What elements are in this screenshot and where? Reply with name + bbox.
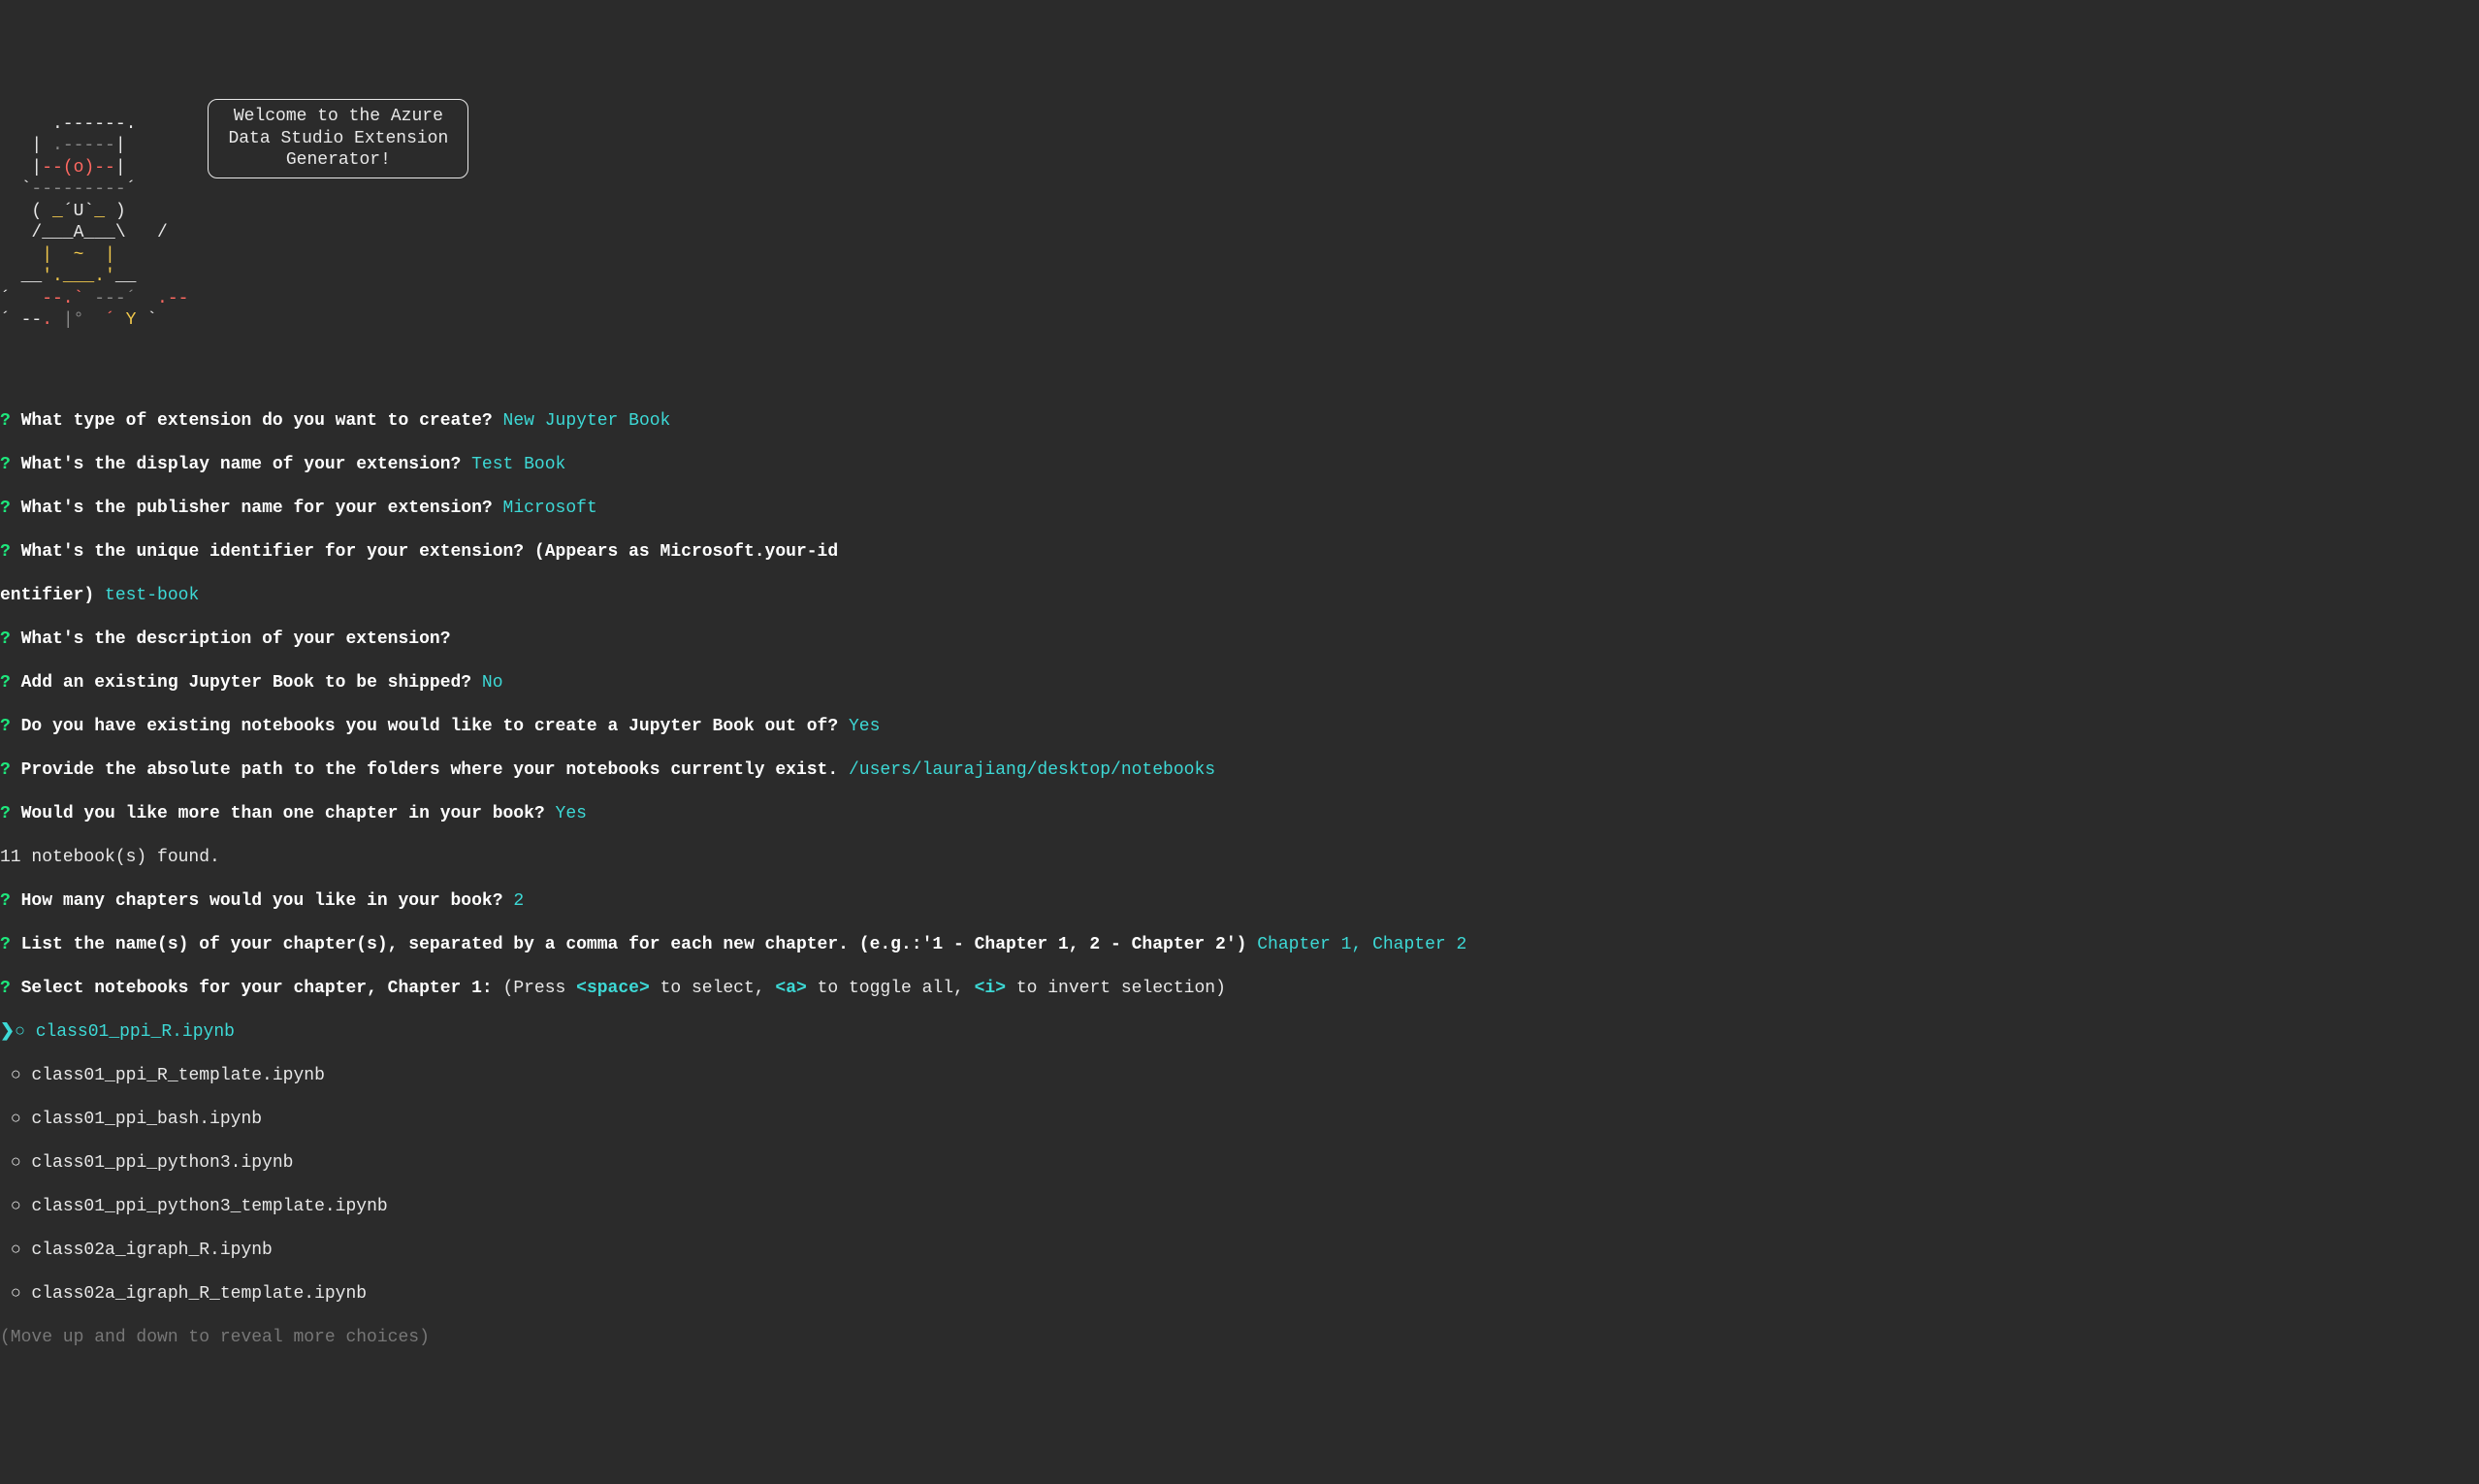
prompt-line: ? What's the description of your extensi… <box>0 629 2479 651</box>
option-label: class02a_igraph_R_template.ipynb <box>31 1284 367 1304</box>
question-mark-icon: ? <box>0 935 11 954</box>
question-mark-icon: ? <box>0 891 11 911</box>
question-mark-icon: ? <box>0 673 11 693</box>
welcome-line-3: Generator! <box>286 150 391 170</box>
option-label: class01_ppi_R.ipynb <box>36 1022 235 1042</box>
pointer-icon: ❯ <box>0 1022 15 1042</box>
option-item[interactable]: ○ class02a_igraph_R.ipynb <box>0 1240 2479 1262</box>
notebooks-found: 11 notebook(s) found. <box>0 847 2479 869</box>
keyboard-key: <space> <box>576 979 650 998</box>
option-label: class01_ppi_python3_template.ipynb <box>31 1197 387 1216</box>
instruction-text: to select, <box>650 979 776 998</box>
question-mark-icon: ? <box>0 629 11 649</box>
header-row: .------. | .-----| |--(o)--| `---------´… <box>0 91 2479 332</box>
prompt-answer: Chapter 1, Chapter 2 <box>1257 935 1466 954</box>
question-mark-icon: ? <box>0 760 11 780</box>
prompt-question: List the name(s) of your chapter(s), sep… <box>21 935 1247 954</box>
option-label: class01_ppi_R_template.ipynb <box>31 1066 324 1085</box>
question-mark-icon: ? <box>0 499 11 518</box>
prompt-line-continuation: entifier) test-book <box>0 585 2479 607</box>
prompt-answer: New Jupyter Book <box>503 411 671 431</box>
prompt-line: ? Add an existing Jupyter Book to be shi… <box>0 672 2479 694</box>
prompt-question: Provide the absolute path to the folders… <box>21 760 839 780</box>
prompt-question-cont: entifier) <box>0 586 94 605</box>
prompt-question: What type of extension do you want to cr… <box>21 411 493 431</box>
prompt-answer: Yes <box>556 804 587 823</box>
option-item-current[interactable]: ❯○ class01_ppi_R.ipynb <box>0 1021 2479 1044</box>
option-label: class01_ppi_bash.ipynb <box>31 1110 262 1129</box>
prompt-line: ? What's the display name of your extens… <box>0 454 2479 476</box>
prompt-question: Select notebooks for your chapter, Chapt… <box>21 979 493 998</box>
prompts-block: ? What type of extension do you want to … <box>0 389 2479 1371</box>
more-choices-hint: (Move up and down to reveal more choices… <box>0 1327 2479 1349</box>
welcome-box: Welcome to the Azure Data Studio Extensi… <box>208 99 468 178</box>
option-item[interactable]: ○ class01_ppi_python3_template.ipynb <box>0 1196 2479 1218</box>
keyboard-key: <i> <box>975 979 1006 998</box>
prompt-answer: Yes <box>849 717 880 736</box>
question-mark-icon: ? <box>0 411 11 431</box>
prompt-line: ? What's the publisher name for your ext… <box>0 498 2479 520</box>
radio-icon: ○ <box>11 1066 32 1085</box>
question-mark-icon: ? <box>0 804 11 823</box>
prompt-question: What's the publisher name for your exten… <box>21 499 493 518</box>
prompt-line: ? List the name(s) of your chapter(s), s… <box>0 934 2479 956</box>
option-label: class02a_igraph_R.ipynb <box>31 1241 272 1260</box>
prompt-question: What's the display name of your extensio… <box>21 455 462 474</box>
prompt-answer: No <box>482 673 503 693</box>
prompt-line: ? How many chapters would you like in yo… <box>0 890 2479 913</box>
question-mark-icon: ? <box>0 455 11 474</box>
prompt-line: ? Would you like more than one chapter i… <box>0 803 2479 825</box>
option-item[interactable]: ○ class01_ppi_python3.ipynb <box>0 1152 2479 1175</box>
radio-icon: ○ <box>15 1022 36 1042</box>
ascii-art-logo: .------. | .-----| |--(o)--| `---------´… <box>0 91 188 332</box>
question-mark-icon: ? <box>0 717 11 736</box>
prompt-line: ? What's the unique identifier for your … <box>0 541 2479 564</box>
instruction-text: to invert selection) <box>1006 979 1226 998</box>
instruction-text: (Press <box>493 979 576 998</box>
prompt-answer: 2 <box>513 891 524 911</box>
prompt-answer: test-book <box>105 586 199 605</box>
prompt-line: ? Provide the absolute path to the folde… <box>0 759 2479 782</box>
radio-icon: ○ <box>11 1197 32 1216</box>
radio-icon: ○ <box>11 1284 32 1304</box>
prompt-question: What's the unique identifier for your ex… <box>21 542 839 562</box>
welcome-line-1: Welcome to the Azure <box>234 107 443 126</box>
option-item[interactable]: ○ class01_ppi_bash.ipynb <box>0 1109 2479 1131</box>
prompt-question: Would you like more than one chapter in … <box>21 804 545 823</box>
option-label: class01_ppi_python3.ipynb <box>31 1153 293 1173</box>
radio-icon: ○ <box>11 1241 32 1260</box>
prompt-question: Add an existing Jupyter Book to be shipp… <box>21 673 471 693</box>
option-item[interactable]: ○ class02a_igraph_R_template.ipynb <box>0 1283 2479 1306</box>
radio-icon: ○ <box>11 1153 32 1173</box>
prompt-question: What's the description of your extension… <box>21 629 451 649</box>
prompt-answer: Test Book <box>471 455 565 474</box>
prompt-question: How many chapters would you like in your… <box>21 891 503 911</box>
prompt-answer: /users/laurajiang/desktop/notebooks <box>849 760 1215 780</box>
prompt-line: ? Select notebooks for your chapter, Cha… <box>0 978 2479 1000</box>
question-mark-icon: ? <box>0 979 11 998</box>
prompt-line: ? Do you have existing notebooks you wou… <box>0 716 2479 738</box>
question-mark-icon: ? <box>0 542 11 562</box>
instruction-text: to toggle all, <box>807 979 975 998</box>
welcome-line-2: Data Studio Extension <box>228 129 448 148</box>
prompt-line: ? What type of extension do you want to … <box>0 410 2479 433</box>
option-item[interactable]: ○ class01_ppi_R_template.ipynb <box>0 1065 2479 1087</box>
radio-icon: ○ <box>11 1110 32 1129</box>
prompt-answer: Microsoft <box>503 499 597 518</box>
prompt-question: Do you have existing notebooks you would… <box>21 717 839 736</box>
keyboard-key: <a> <box>775 979 806 998</box>
